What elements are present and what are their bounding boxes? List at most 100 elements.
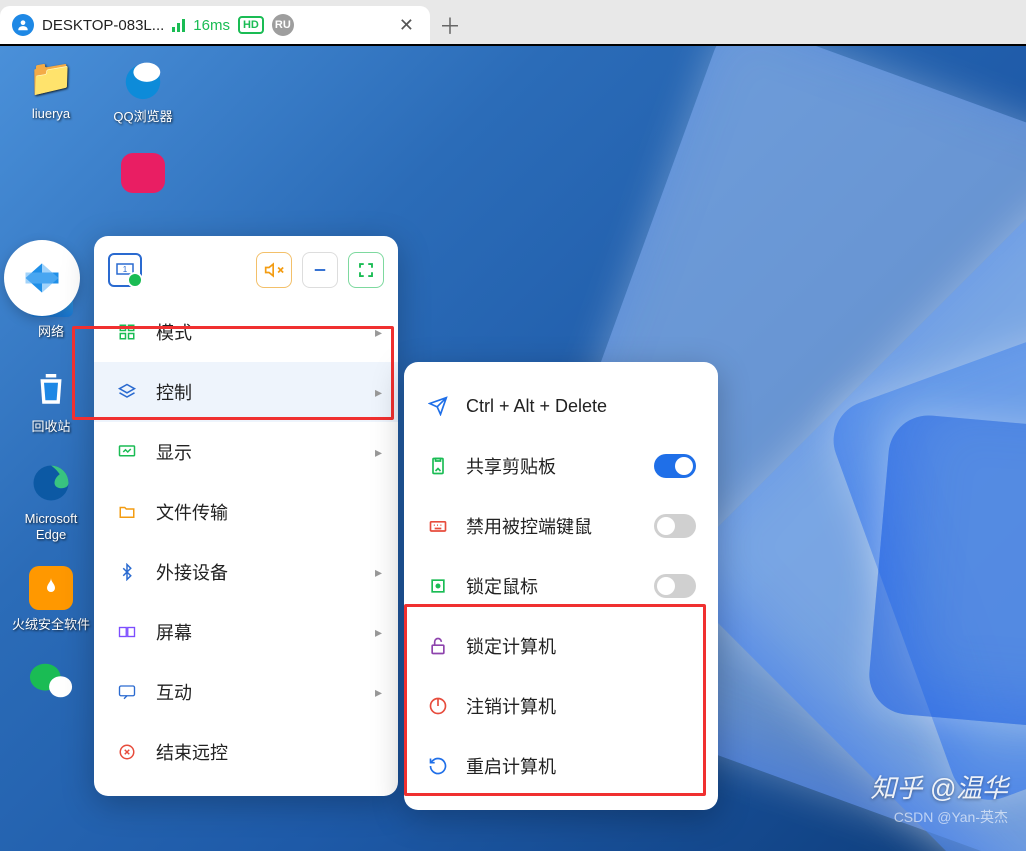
desktop-icon-wechat[interactable]	[8, 657, 94, 705]
menu-item-file-transfer[interactable]: 文件传输	[94, 482, 398, 542]
menu-item-devices[interactable]: 外接设备▸	[94, 542, 398, 602]
menu-item-screen[interactable]: 屏幕 ▸	[94, 602, 398, 662]
watermark-csdn: CSDN @Yan-英杰	[894, 807, 1008, 827]
control-submenu: Ctrl + Alt + Delete 共享剪贴板 禁用被控端键鼠 锁定鼠标 锁…	[404, 362, 718, 810]
submenu-item-disable-input[interactable]: 禁用被控端键鼠	[404, 496, 718, 556]
close-tab-button[interactable]: ✕	[395, 15, 418, 36]
desktop-icon-label: Microsoft Edge	[8, 511, 94, 542]
grid-icon	[116, 323, 138, 341]
desktop-icons-col2: QQ浏览器	[100, 54, 186, 193]
desktop-icon-recycle[interactable]: 回收站	[8, 364, 94, 435]
tab-title: DESKTOP-083L...	[42, 17, 164, 34]
close-icon	[116, 743, 138, 761]
control-menu: 1 模式 ▸ 控制 ▸ 显示 ▸ 文件传输 外接设备▸ 屏幕 ▸ 互动 ▸ 结束远控	[94, 236, 398, 796]
ru-badge: RU	[272, 14, 294, 36]
submenu-label: 锁定计算机	[466, 633, 556, 659]
folder-icon	[116, 503, 138, 521]
desktop-icon-huorong[interactable]: 火绒安全软件	[8, 566, 94, 633]
menu-item-label: 结束远控	[156, 739, 228, 765]
target-icon	[426, 576, 450, 596]
menu-item-label: 模式	[156, 319, 192, 345]
session-tab[interactable]: DESKTOP-083L... 16ms HD RU ✕	[0, 6, 430, 44]
screens-icon	[116, 623, 138, 641]
menu-item-control[interactable]: 控制 ▸	[94, 362, 398, 422]
new-tab-button[interactable]: ＋	[430, 6, 470, 44]
chevron-right-icon: ▸	[375, 324, 382, 341]
folder-icon: 📁	[27, 54, 75, 102]
desktop-icon-qqbrowser[interactable]: QQ浏览器	[100, 54, 186, 125]
desktop-icon-user[interactable]: 📁 liuerya	[8, 54, 94, 121]
spacer	[8, 145, 94, 193]
menu-item-display[interactable]: 显示 ▸	[94, 422, 398, 482]
toggle-disable-input[interactable]	[654, 514, 696, 538]
desktop-icon-label: liuerya	[32, 106, 70, 121]
desktop-icon-app[interactable]	[100, 153, 186, 193]
screen-select-button[interactable]: 1	[108, 253, 142, 287]
send-icon	[426, 396, 450, 416]
minimize-button[interactable]	[302, 252, 338, 288]
menu-item-end[interactable]: 结束远控	[94, 722, 398, 782]
toggle-lock-mouse[interactable]	[654, 574, 696, 598]
pink-app-icon	[121, 153, 165, 193]
screen-icon: 1	[116, 263, 134, 277]
desktop-icon-label: 火绒安全软件	[12, 614, 90, 633]
svg-text:1: 1	[123, 265, 128, 274]
chevron-right-icon: ▸	[375, 684, 382, 701]
menu-item-label: 控制	[156, 379, 192, 405]
fullscreen-button[interactable]	[348, 252, 384, 288]
restart-icon	[426, 756, 450, 776]
keyboard-icon	[426, 516, 450, 536]
desktop-icons-col1: 📁 liuerya 网络 回收站 Microsoft Edge 火绒安全软件	[8, 54, 94, 705]
layers-icon	[116, 382, 138, 402]
submenu-label: 共享剪贴板	[466, 453, 556, 479]
menu-toolbar: 1	[94, 246, 398, 302]
hd-badge: HD	[238, 16, 264, 34]
chevron-right-icon: ▸	[375, 624, 382, 641]
mute-icon	[264, 260, 284, 280]
menu-item-label: 外接设备	[156, 559, 228, 585]
monitor-icon	[116, 443, 138, 461]
wallpaper-petal	[866, 412, 1026, 737]
chevron-right-icon: ▸	[375, 444, 382, 461]
submenu-item-logout[interactable]: 注销计算机	[404, 676, 718, 736]
submenu-label: 锁定鼠标	[466, 573, 538, 599]
edge-icon	[27, 459, 75, 507]
todesk-icon	[20, 256, 64, 300]
qqbrowser-icon	[119, 54, 167, 102]
fullscreen-icon	[357, 261, 375, 279]
submenu-item-cad[interactable]: Ctrl + Alt + Delete	[404, 376, 718, 436]
submenu-item-restart[interactable]: 重启计算机	[404, 736, 718, 796]
menu-item-label: 屏幕	[156, 619, 192, 645]
chat-icon	[116, 683, 138, 701]
menu-item-label: 文件传输	[156, 499, 228, 525]
latency-text: 16ms	[193, 17, 230, 34]
chevron-right-icon: ▸	[375, 384, 382, 401]
mute-button[interactable]	[256, 252, 292, 288]
desktop-icon-label: QQ浏览器	[113, 106, 172, 125]
submenu-label: Ctrl + Alt + Delete	[466, 396, 607, 417]
submenu-label: 注销计算机	[466, 693, 556, 719]
menu-item-mode[interactable]: 模式 ▸	[94, 302, 398, 362]
submenu-item-clipboard[interactable]: 共享剪贴板	[404, 436, 718, 496]
avatar-icon	[12, 14, 34, 36]
signal-icon	[172, 18, 185, 32]
minimize-icon	[311, 261, 329, 279]
toggle-clipboard[interactable]	[654, 454, 696, 478]
clipboard-icon	[426, 456, 450, 476]
desktop-icon-edge[interactable]: Microsoft Edge	[8, 459, 94, 542]
lock-icon	[426, 636, 450, 656]
desktop-icon-label: 网络	[38, 321, 64, 340]
submenu-label: 禁用被控端键鼠	[466, 513, 592, 539]
tab-bar: DESKTOP-083L... 16ms HD RU ✕ ＋	[0, 0, 1026, 44]
wechat-icon	[27, 657, 75, 705]
submenu-item-lock-pc[interactable]: 锁定计算机	[404, 616, 718, 676]
todesk-button[interactable]	[4, 240, 80, 316]
flame-icon	[29, 566, 73, 610]
power-icon	[426, 696, 450, 716]
submenu-item-lock-mouse[interactable]: 锁定鼠标	[404, 556, 718, 616]
remote-desktop[interactable]: 📁 liuerya 网络 回收站 Microsoft Edge 火绒安全软件 QQ…	[0, 44, 1026, 851]
menu-item-label: 显示	[156, 439, 192, 465]
bluetooth-icon	[116, 563, 138, 581]
menu-item-interact[interactable]: 互动 ▸	[94, 662, 398, 722]
menu-item-label: 互动	[156, 679, 192, 705]
